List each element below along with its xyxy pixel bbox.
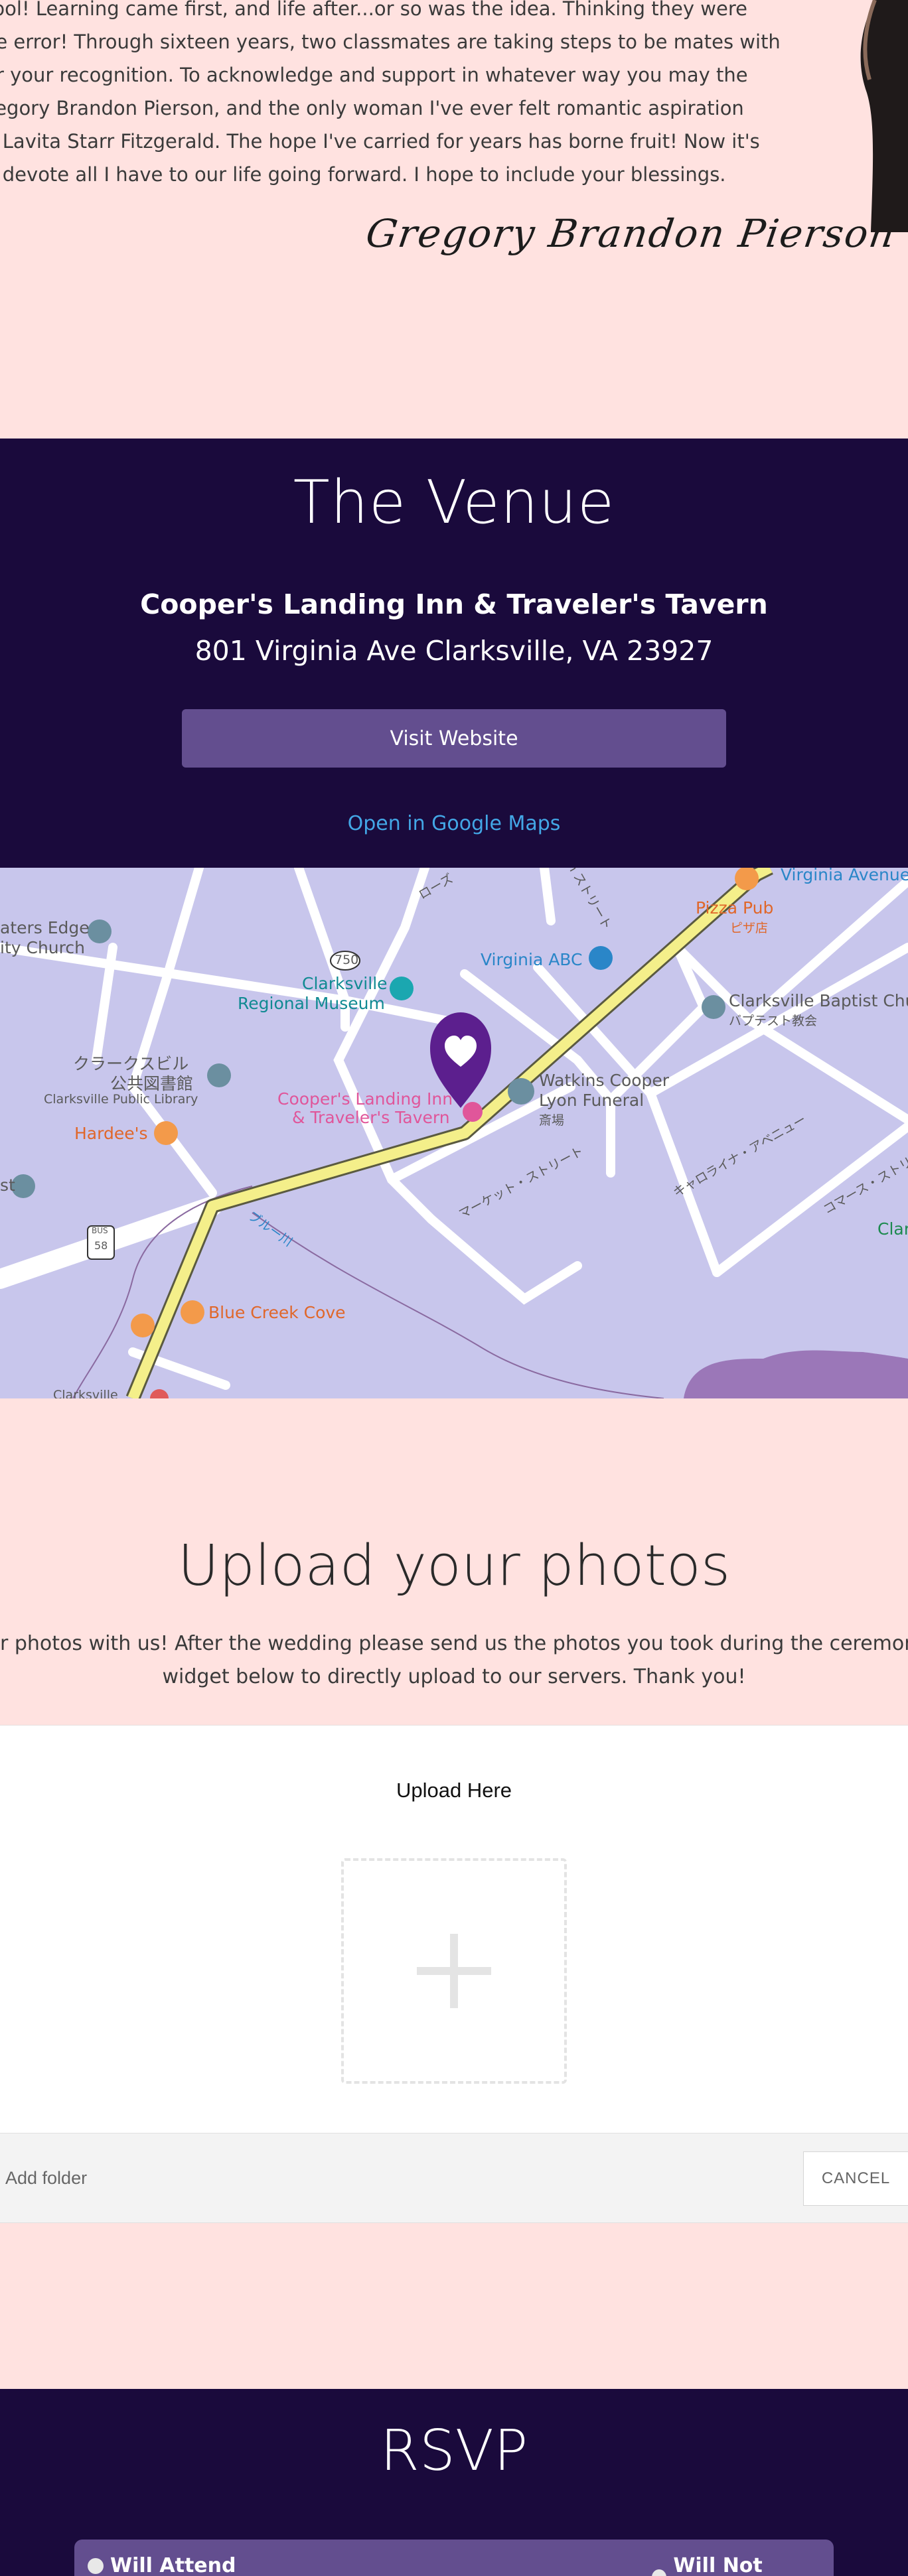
map-label: Lyon Funeral [539, 1091, 644, 1110]
will-not-attend-option[interactable]: Will Not Attend [652, 2554, 834, 2576]
venue-heading: The Venue [293, 468, 615, 537]
upload-section: Upload your photos r photos with us! Aft… [0, 1398, 908, 2389]
map-label: & Traveler's Tavern [292, 1108, 450, 1127]
map-label: 斎場 [539, 1113, 565, 1128]
story-line: and devote all I have to our life going … [0, 163, 726, 186]
venue-section: The Venue Cooper's Landing Inn & Travele… [0, 439, 908, 868]
route-badge-text: 58 [94, 1239, 108, 1252]
cancel-button[interactable]: CANCEL [803, 2151, 908, 2206]
story-line: and Lavita Starr Fitzgerald. The hope I'… [0, 130, 760, 153]
upload-widget-title: Upload Here [396, 1779, 512, 1802]
map-label: Cooper's Landing Inn [277, 1089, 453, 1109]
rsvp-heading: RSVP [380, 2418, 528, 2484]
upload-widget: Upload Here [0, 1725, 908, 2133]
story-line: k for your recognition. To acknowledge a… [0, 64, 748, 86]
radio-icon[interactable] [88, 2557, 104, 2574]
map-label: Watkins Cooper [539, 1071, 670, 1090]
visit-website-button[interactable]: Visit Website [182, 709, 726, 768]
map-label: Hardee's [74, 1124, 148, 1143]
map-label: Virginia Avenue [781, 868, 908, 884]
story-line: . Gregory Brandon Pierson, and the only … [0, 97, 744, 119]
venue-map[interactable]: Virginia Avenue Pizza Pub ピザ店 aters Edge… [0, 868, 908, 1398]
rsvp-section: RSVP Will Attend Will Not Attend [0, 2389, 908, 2576]
folder-bar: CANCEL [0, 2133, 908, 2223]
map-label: Virginia ABC [481, 950, 583, 969]
map-label: Pizza Pub [696, 898, 774, 917]
map-label: ity Church [0, 938, 85, 957]
map-label: aters Edge [0, 918, 90, 937]
map-label: 公共図書館 [110, 1074, 194, 1093]
rsvp-options: Will Attend Will Not Attend [74, 2540, 834, 2576]
will-attend-option[interactable]: Will Attend [88, 2554, 236, 2576]
map-label: st [0, 1176, 15, 1195]
couple-photo-edge [860, 0, 908, 232]
map-label: バプテスト教会 [729, 1014, 818, 1028]
route-badge-text: BUS [92, 1226, 108, 1235]
story-line: school! Learning came first, and life af… [0, 0, 747, 20]
venue-address: 801 Virginia Ave Clarksville, VA 23927 [194, 635, 714, 667]
upload-description: r photos with us! After the wedding plea… [0, 1627, 908, 1694]
add-folder-input[interactable] [5, 2155, 789, 2201]
upload-description-line: r photos with us! After the wedding plea… [0, 1632, 908, 1655]
story-line: have error! Through sixteen years, two c… [0, 31, 781, 53]
upload-description-line: widget below to directly upload to our s… [162, 1665, 746, 1688]
map-label: Clarksville Public Library [44, 1092, 198, 1107]
radio-icon[interactable] [652, 2569, 667, 2576]
map-label: Clarksville [53, 1388, 118, 1398]
will-attend-label: Will Attend [110, 2554, 236, 2576]
map-label: Clar [877, 1219, 908, 1239]
story-section: school! Learning came first, and life af… [0, 0, 908, 439]
will-not-attend-label: Will Not Attend [673, 2554, 763, 2576]
venue-name: Cooper's Landing Inn & Traveler's Tavern [140, 588, 768, 620]
map-label: Regional Museum [238, 994, 385, 1013]
route-number: 750 [335, 953, 359, 967]
map-label: ピザ店 [730, 921, 769, 935]
story-text: school! Learning came first, and life af… [0, 0, 781, 191]
upload-heading: Upload your photos [177, 1533, 731, 1599]
signature: Gregory Brandon Pierson [363, 211, 899, 256]
upload-drop-zone[interactable] [341, 1858, 567, 2084]
plus-icon [417, 1967, 491, 1975]
map-label: Clarksville Baptist Chu [729, 991, 908, 1010]
map-label: Clarksville [302, 974, 388, 993]
google-maps-link[interactable]: Open in Google Maps [0, 812, 908, 835]
map-label: Blue Creek Cove [208, 1303, 346, 1322]
